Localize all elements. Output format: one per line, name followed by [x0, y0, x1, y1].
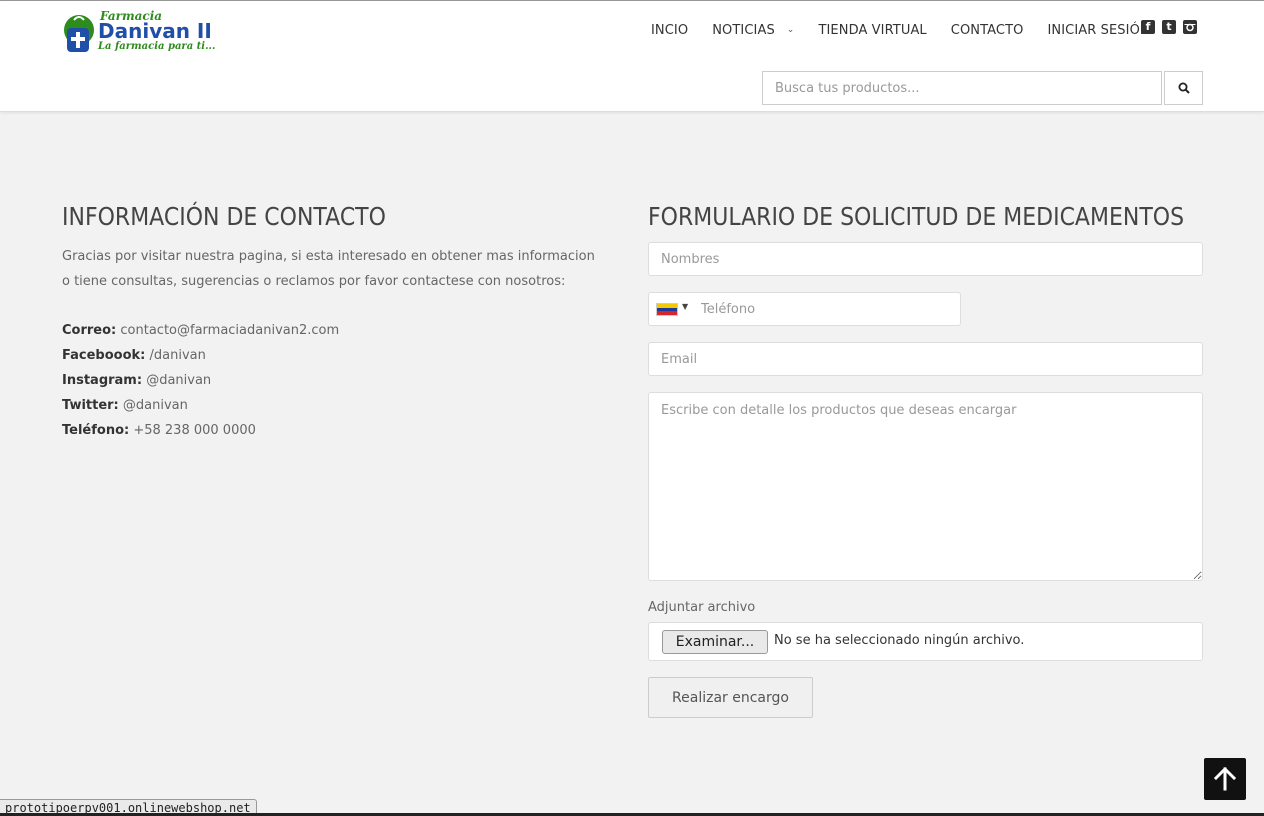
site-logo[interactable]: Farmacia Danivan II La farmacia para ti.… — [62, 6, 224, 56]
main-nav: INCIO NOTICIAS ⌄ TIENDA VIRTUAL CONTACTO … — [651, 21, 1174, 39]
nav-item-tienda-virtual[interactable]: TIENDA VIRTUAL — [818, 23, 926, 38]
contact-info-title: INFORMACIÓN DE CONTACTO — [62, 202, 386, 231]
logo-line-2: Danivan II — [98, 19, 212, 43]
social-links: f t — [1141, 20, 1204, 34]
search-icon — [1178, 82, 1190, 94]
email-field[interactable] — [648, 342, 1203, 376]
contact-row-twitter: Twitter: @danivan — [62, 393, 339, 418]
search-button[interactable] — [1164, 71, 1203, 105]
contact-label: Instagram: — [62, 373, 143, 388]
contact-value: /danivan — [149, 348, 206, 363]
contact-value: @danivan — [146, 373, 212, 388]
contact-row-phone: Teléfono: +58 238 000 0000 — [62, 418, 339, 443]
contact-details: Correo: contacto@farmaciadanivan2.com Fa… — [62, 318, 339, 443]
contact-value: +58 238 000 0000 — [133, 423, 256, 438]
contact-row-facebook: Faceboook: /danivan — [62, 343, 339, 368]
venezuela-flag-icon[interactable] — [656, 303, 678, 316]
chevron-down-icon: ⌄ — [786, 24, 795, 35]
logo-line-3: La farmacia para ti... — [97, 41, 216, 52]
nav-item-noticias-label: NOTICIAS — [712, 22, 775, 38]
name-field[interactable] — [648, 242, 1203, 276]
contact-label: Correo: — [62, 323, 117, 338]
attach-file-label: Adjuntar archivo — [648, 600, 756, 615]
pharmacy-logo-icon: Farmacia Danivan II La farmacia para ti.… — [64, 9, 216, 52]
nav-item-iniciar-sesion[interactable]: INICIAR SESIÓN — [1047, 23, 1149, 38]
contact-row-email: Correo: contacto@farmaciadanivan2.com — [62, 318, 339, 343]
contact-label: Twitter: — [62, 398, 119, 413]
nav-item-inicio[interactable]: INCIO — [651, 23, 688, 38]
contact-intro-text: Gracias por visitar nuestra pagina, si e… — [62, 249, 595, 289]
order-details-textarea[interactable] — [648, 392, 1203, 581]
country-dropdown-caret-icon[interactable]: ▼ — [682, 302, 688, 311]
browse-file-button[interactable]: Examinar... — [662, 630, 768, 654]
submit-order-button[interactable]: Realizar encargo — [648, 677, 813, 718]
search-input[interactable] — [762, 71, 1162, 105]
scroll-to-top-button[interactable] — [1204, 758, 1246, 800]
facebook-square-icon[interactable]: f — [1141, 20, 1155, 34]
contact-label: Faceboook: — [62, 348, 146, 363]
site-header: Farmacia Danivan II La farmacia para ti.… — [0, 1, 1264, 112]
contact-label: Teléfono: — [62, 423, 130, 438]
nav-item-contacto[interactable]: CONTACTO — [951, 23, 1024, 38]
file-status-text: No se ha seleccionado ningún archivo. — [774, 633, 1025, 648]
file-input: Examinar... No se ha seleccionado ningún… — [648, 622, 1203, 661]
twitter-square-icon[interactable]: t — [1162, 20, 1176, 34]
contact-value: contacto@farmaciadanivan2.com — [120, 323, 340, 338]
instagram-icon[interactable] — [1183, 20, 1197, 34]
contact-row-instagram: Instagram: @danivan — [62, 368, 339, 393]
nav-item-noticias[interactable]: NOTICIAS ⌄ — [712, 23, 794, 38]
contact-value: @danivan — [122, 398, 188, 413]
form-title: FORMULARIO DE SOLICITUD DE MEDICAMENTOS — [648, 202, 1185, 231]
arrow-up-icon — [1214, 767, 1236, 791]
phone-field[interactable] — [648, 292, 961, 326]
